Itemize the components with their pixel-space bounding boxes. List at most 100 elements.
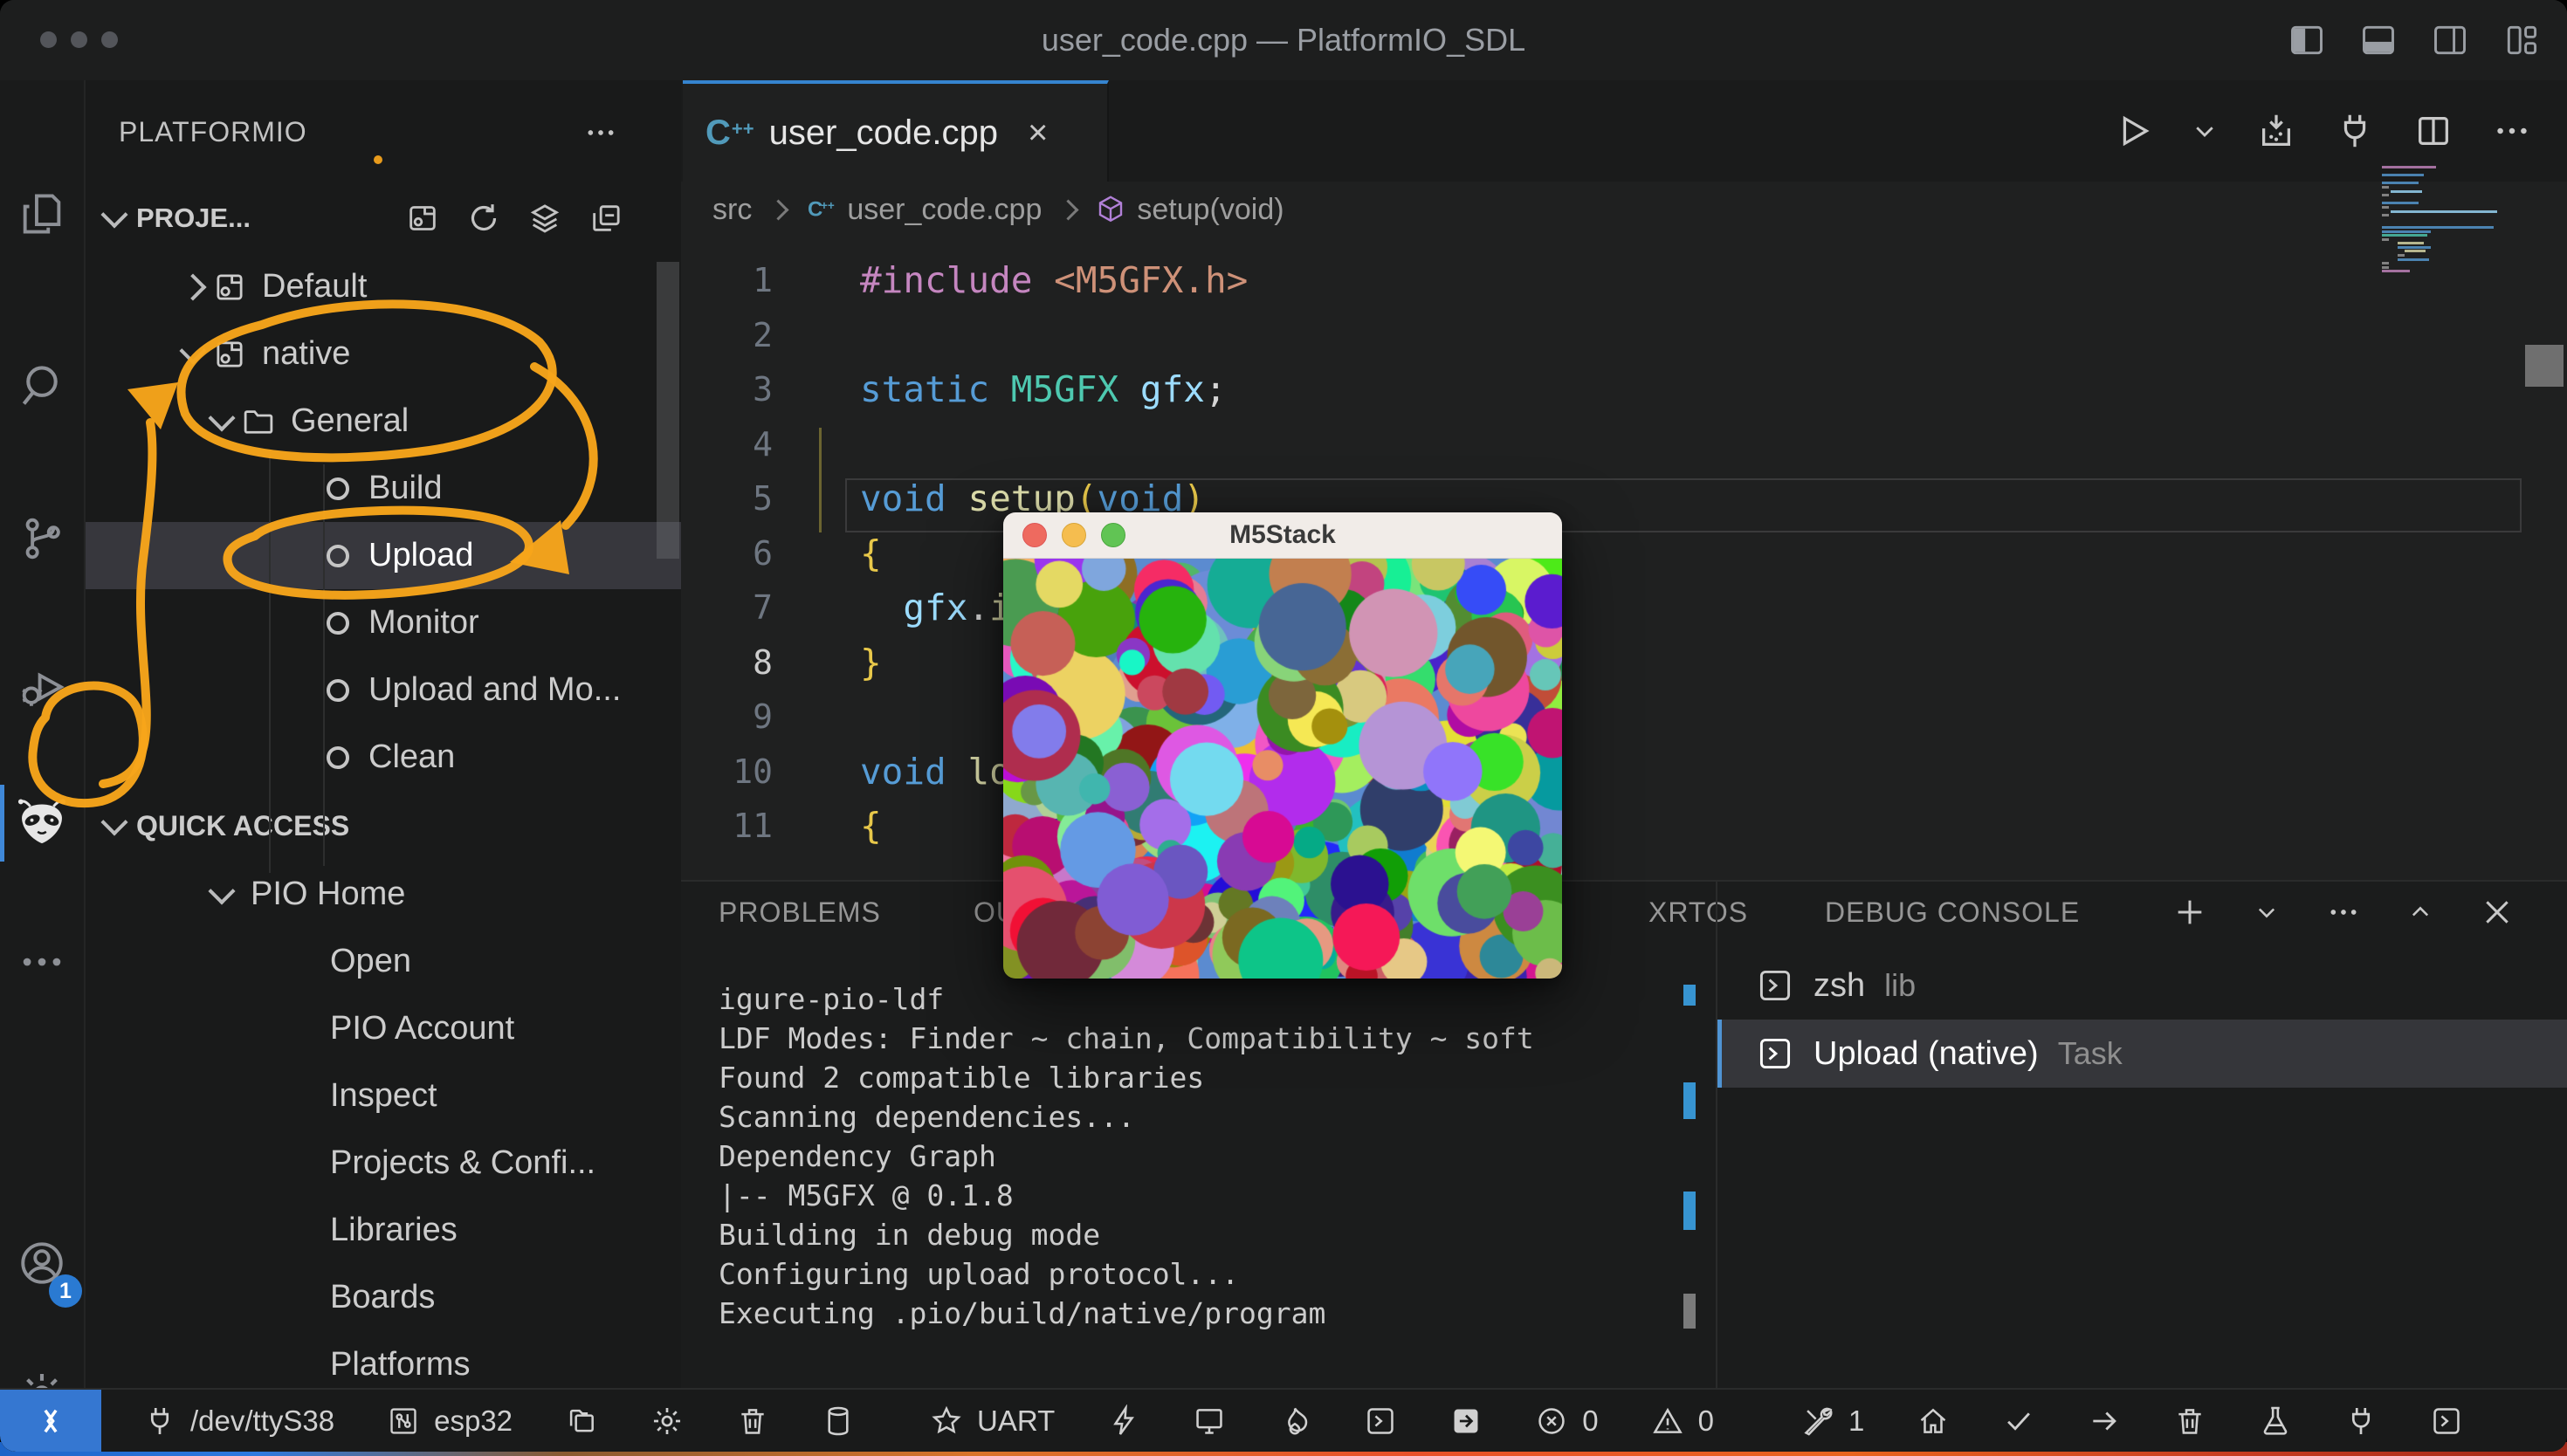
quick-access-item-pio-home[interactable]: PIO Home (86, 861, 681, 928)
status-item-check[interactable] (2002, 1404, 2035, 1438)
project-task-item-monitor[interactable]: Monitor (86, 589, 681, 656)
status-item-warning-0[interactable]: 0 (1651, 1404, 1714, 1438)
sidebar-scrollbar[interactable] (657, 262, 679, 559)
trash-icon (2173, 1404, 2206, 1438)
line-number: 11 (681, 807, 773, 845)
remote-indicator[interactable] (0, 1390, 101, 1452)
status-item-terminal[interactable] (2430, 1404, 2463, 1438)
error-icon (1535, 1404, 1568, 1438)
run-dropdown-chevron-icon[interactable] (2192, 118, 2218, 144)
project-tasks-section-header[interactable]: PROJE... (86, 183, 681, 253)
editor-scrollbar[interactable] (2525, 345, 2564, 387)
project-task-item-native[interactable]: native (86, 320, 681, 388)
activity-bar-item-explorer[interactable] (0, 166, 84, 262)
panel-tab-debug-console[interactable]: DEBUG CONSOLE (1825, 882, 2080, 943)
quick-access-item-open[interactable]: Open (86, 928, 681, 995)
quick-access-item-libraries[interactable]: Libraries (86, 1197, 681, 1264)
status-item-trash[interactable] (2173, 1404, 2206, 1438)
project-task-item-upload[interactable]: Upload (86, 522, 681, 589)
quick-access-item-inspect[interactable]: Inspect (86, 1062, 681, 1130)
tree-item-label: Projects & Confi... (330, 1144, 595, 1182)
status-item-cylinder[interactable] (822, 1404, 855, 1438)
breadcrumb-item[interactable]: setup(void) (1095, 193, 1284, 227)
collapse-all-icon[interactable] (588, 201, 623, 236)
toggle-secondary-sidebar-icon[interactable] (2431, 21, 2469, 59)
m5stack-titlebar[interactable]: M5Stack (1003, 512, 1562, 559)
panel-tab-xrtos[interactable]: XRTOS (1648, 882, 1748, 943)
terminal-list-item-zsh[interactable]: zshlib (1717, 951, 2567, 1020)
status-item-flask[interactable] (2259, 1404, 2292, 1438)
panel-more-icon[interactable] (2326, 895, 2361, 930)
status-item-arrow-right[interactable] (2088, 1404, 2121, 1438)
status-item-star-uart[interactable]: UART (930, 1404, 1055, 1438)
quick-access-item-boards[interactable]: Boards (86, 1264, 681, 1331)
status-item-plug-dev-ttys38[interactable]: /dev/ttyS38 (143, 1404, 334, 1438)
run-button[interactable] (2113, 111, 2153, 151)
quick-access-section-header[interactable]: QUICK ACCESS (86, 791, 681, 861)
close-tab-icon[interactable]: × (1028, 115, 1048, 150)
activity-bar-item-run-debug[interactable] (0, 639, 84, 735)
new-terminal-plus-icon[interactable] (2172, 895, 2207, 930)
terminal-dropdown-chevron-icon[interactable] (2254, 900, 2279, 924)
install-button[interactable] (2256, 111, 2296, 151)
status-item-gear[interactable] (650, 1404, 684, 1438)
task-circle-icon (327, 545, 349, 567)
status-item-plug[interactable] (2344, 1404, 2378, 1438)
activity-bar-more[interactable] (0, 914, 84, 1010)
minimap-line (2382, 186, 2389, 189)
status-item-flame[interactable] (1278, 1404, 1311, 1438)
project-task-item-clean[interactable]: Clean (86, 724, 681, 791)
panel-tab-problems[interactable]: PROBLEMS (719, 882, 881, 943)
minimap[interactable] (2382, 166, 2520, 279)
maximize-panel-chevron-icon[interactable] (2408, 900, 2433, 924)
status-item-terminal[interactable] (1364, 1404, 1397, 1438)
terminal-name: zsh (1813, 967, 1865, 1005)
refresh-icon[interactable] (466, 201, 501, 236)
code-editor[interactable]: 1#include <M5GFX.h>23static M5GFX gfx;45… (681, 237, 2567, 880)
status-item-board-esp32[interactable]: esp32 (387, 1404, 513, 1438)
activity-bar-item-accounts[interactable]: 1 (0, 1215, 84, 1311)
tab-user-code-cpp[interactable]: C++ user_code.cpp × (683, 80, 1109, 182)
project-task-item-default[interactable]: Default (86, 253, 681, 320)
sidebar-more-actions-icon[interactable] (583, 115, 618, 150)
toggle-primary-sidebar-icon[interactable] (2288, 21, 2326, 59)
terminal-output[interactable]: igure-pio-ldfLDF Modes: Finder ~ chain, … (719, 979, 1705, 1333)
breadcrumb-item[interactable]: C++user_code.cpp (805, 193, 1042, 227)
vscode-window: user_code.cpp — PlatformIO_SDL 11 PLATFO… (0, 0, 2567, 1452)
activity-bar-item-platformio[interactable] (0, 774, 84, 870)
m5stack-sdl-window[interactable]: M5Stack (1003, 512, 1562, 979)
customize-layout-icon[interactable] (2502, 21, 2541, 59)
status-item-terminal-arrow[interactable] (1449, 1404, 1483, 1438)
status-item-copy-folder[interactable] (565, 1404, 598, 1438)
multi-env-layers-icon[interactable] (527, 201, 562, 236)
more-actions-icon[interactable] (2492, 111, 2532, 151)
project-task-item-general[interactable]: General (86, 388, 681, 455)
toggle-panel-icon[interactable] (2359, 21, 2398, 59)
project-task-item-build[interactable]: Build (86, 455, 681, 522)
line-number: 4 (681, 425, 773, 464)
terminal-arrow-icon (1449, 1404, 1483, 1438)
status-item-monitor[interactable] (1193, 1404, 1226, 1438)
split-editor-icon[interactable] (2413, 111, 2453, 151)
terminal-list: zshlibUpload (native)Task (1717, 951, 2567, 1088)
status-item-bolt[interactable] (1107, 1404, 1140, 1438)
quick-access-item-projects-confi[interactable]: Projects & Confi... (86, 1130, 681, 1197)
minimap-line (2382, 270, 2410, 272)
platformio-sidebar: PLATFORMIO PROJE... DefaultnativeGeneral… (86, 80, 683, 1390)
quick-access-item-pio-account[interactable]: PIO Account (86, 995, 681, 1062)
status-item-home[interactable] (1917, 1404, 1950, 1438)
task-circle-icon (327, 746, 349, 769)
project-task-item-upload-and-mo[interactable]: Upload and Mo... (86, 656, 681, 724)
status-item-trash[interactable] (736, 1404, 769, 1438)
status-item-error-0[interactable]: 0 (1535, 1404, 1598, 1438)
activity-bar-item-source-control[interactable] (0, 491, 84, 587)
serial-monitor-plug-icon[interactable] (2335, 111, 2375, 151)
terminal-list-item-upload-native[interactable]: Upload (native)Task (1717, 1020, 2567, 1088)
breadcrumb-item[interactable]: src (712, 193, 752, 227)
activity-bar-item-search[interactable] (0, 338, 84, 434)
code-line-2: 2 (681, 308, 2567, 363)
new-project-icon[interactable] (405, 201, 440, 236)
status-item-tools-1[interactable]: 1 (1801, 1404, 1864, 1438)
minimap-line (2382, 202, 2419, 204)
close-panel-icon[interactable] (2480, 895, 2515, 930)
